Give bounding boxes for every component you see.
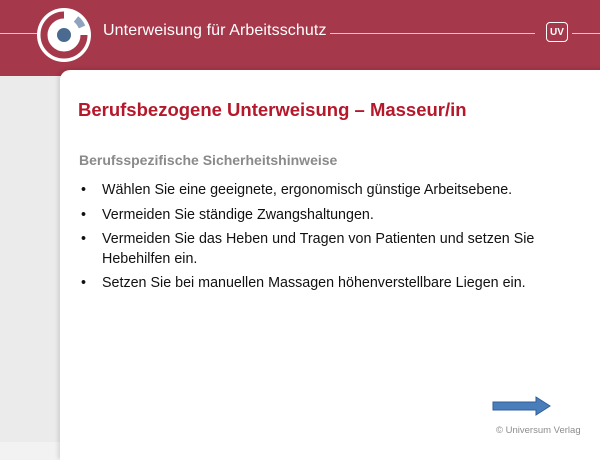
list-item: • Vermeiden Sie das Heben und Tragen von …	[79, 230, 579, 269]
list-item-text: Wählen Sie eine geeignete, ergonomisch g…	[102, 182, 513, 198]
header-divider-mid	[330, 33, 535, 34]
list-item-text: Setzen Sie bei manuellen Massagen höhenv…	[102, 275, 526, 291]
bullet-dot-icon: •	[81, 182, 87, 198]
header-divider-right	[572, 33, 600, 34]
list-item-text: Vermeiden Sie ständige Zwangshaltungen.	[102, 206, 374, 223]
header-bar: Unterweisung für Arbeitsschutz UV	[0, 0, 600, 76]
left-strip	[0, 76, 60, 442]
header-divider-left	[0, 33, 40, 34]
safety-tips-list: • Wählen Sie eine geeignete, ergonomisch …	[79, 181, 579, 299]
list-item: • Vermeiden Sie ständige Zwangshaltungen.	[79, 206, 579, 226]
header-title: Unterweisung für Arbeitsschutz	[103, 22, 327, 39]
list-item-text: Vermeiden Sie das Heben und Tragen von P…	[102, 231, 535, 267]
list-item: • Setzen Sie bei manuellen Massagen höhen…	[79, 274, 579, 294]
circle-logo-icon	[37, 8, 91, 62]
bullet-dot-icon: •	[81, 275, 87, 291]
bullet-dot-icon: •	[81, 206, 87, 223]
bullet-dot-icon: •	[81, 231, 87, 247]
uv-badge-icon: UV	[546, 22, 568, 42]
copyright-text: © Universum Verlag	[496, 425, 581, 436]
arrow-right-icon[interactable]	[492, 396, 552, 416]
list-item: • Wählen Sie eine geeignete, ergonomisch …	[79, 181, 579, 201]
section-heading: Berufsspezifische Sicherheitshinweise	[79, 152, 338, 168]
page-title: Berufsbezogene Unterweisung – Masseur/in	[78, 99, 467, 120]
